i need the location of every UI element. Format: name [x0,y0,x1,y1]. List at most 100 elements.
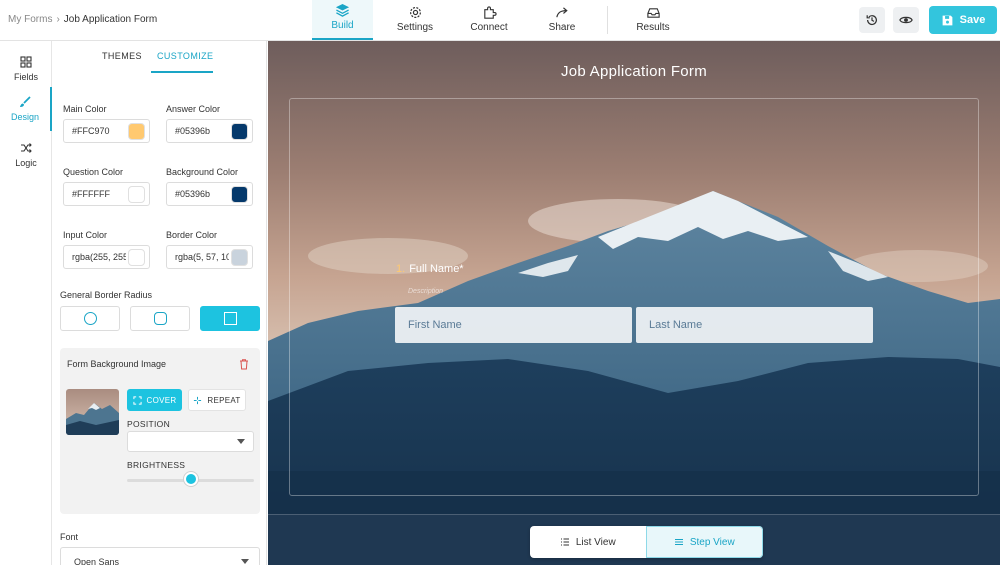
answer-color-label: Answer Color [166,104,221,114]
tab-connect-label: Connect [470,22,508,33]
form-title: Job Application Form [560,63,708,80]
active-tab-indicator [151,71,213,73]
share-arrow-icon [555,7,568,18]
save-button[interactable]: Save [929,6,997,34]
border-color-field[interactable]: rgba(5, 57, 107, 0.2) [166,245,253,269]
input-color-label: Input Color [63,230,108,240]
question-number: 1. [396,263,406,275]
list-view-label: List View [575,536,616,548]
first-name-input[interactable]: First Name [395,307,632,343]
font-label: Font [60,532,79,542]
paintbrush-icon [20,96,31,107]
chevron-down-icon [237,439,245,444]
tab-share[interactable]: Share [541,0,583,40]
radius-round-button[interactable] [60,306,120,331]
input-color-field[interactable]: rgba(255, 255, 255, 0.8) [63,245,150,269]
shuffle-icon [21,143,32,153]
layers-icon [335,3,350,17]
breadcrumb-current: Job Application Form [63,14,158,25]
history-icon [866,15,877,26]
tab-themes[interactable]: THEMES [102,51,142,61]
tab-results-label: Results [636,22,670,33]
question-color-field[interactable]: #FFFFFF [63,182,150,206]
rail-fields-label: Fields [13,72,38,82]
cover-button-label: COVER [146,395,177,405]
radius-rounded-button[interactable] [130,306,190,331]
rail-design-label: Design [10,112,39,122]
answer-color-field[interactable]: #05396b [166,119,253,143]
question-color-label: Question Color [63,167,124,177]
breadcrumb-my-forms[interactable]: My Forms [8,14,52,25]
puzzle-icon [483,6,497,19]
position-select[interactable] [127,431,254,452]
tab-build[interactable]: Build [312,0,373,40]
border-color-value: rgba(5, 57, 107, 0.2) [175,252,229,262]
chevron-down-icon [241,559,249,564]
background-color-swatch[interactable] [231,186,248,203]
floppy-disk-icon [942,15,953,25]
brightness-slider-handle[interactable] [183,472,198,486]
grid-icon [20,56,32,68]
answer-color-value: #05396b [175,126,211,136]
cover-button[interactable]: COVER [127,389,182,411]
mountain-thumbnail-image [66,389,119,435]
input-color-value: rgba(255, 255, 255, 0.8) [72,252,126,262]
radius-square-button[interactable] [200,306,260,331]
circle-shape-icon [83,312,97,325]
step-view-label: Step View [689,536,735,548]
repeat-button[interactable]: REPEAT [188,389,246,411]
rail-logic-label: Logic [15,158,37,168]
top-bar: My Forms › Job Application Form Build Sett… [0,0,1000,41]
step-view-button[interactable]: Step View [645,526,763,558]
question-description: Description [408,288,444,295]
tab-results[interactable]: Results [630,0,676,40]
rounded-square-icon [153,312,167,325]
brightness-label: BRIGHTNESS [127,460,186,470]
tab-settings[interactable]: Settings [389,0,441,40]
tab-connect[interactable]: Connect [464,0,514,40]
question-text: Full Name* [409,263,464,275]
question-color-value: #FFFFFF [72,189,110,199]
answer-color-swatch[interactable] [231,123,248,140]
background-image-section: Form Background Image COVER REPEAT POSIT… [60,348,260,514]
font-select[interactable]: Open Sans [60,547,260,565]
nav-divider [607,6,608,34]
repeat-button-label: REPEAT [207,395,241,405]
history-button[interactable] [859,7,885,33]
background-color-value: #05396b [175,189,211,199]
rail-logic[interactable]: Logic [0,133,52,177]
preview-button[interactable] [893,7,919,33]
square-shape-icon [223,312,237,325]
main-color-swatch[interactable] [128,123,145,140]
main-color-value: #FFC970 [72,126,110,136]
trash-icon[interactable] [238,358,250,370]
background-color-field[interactable]: #05396b [166,182,253,206]
border-color-swatch[interactable] [231,249,248,266]
list-icon [560,538,569,546]
tab-share-label: Share [548,22,576,33]
question-color-swatch[interactable] [128,186,145,203]
breadcrumb: My Forms › Job Application Form [8,14,157,25]
expand-icon [132,395,142,405]
main-color-field[interactable]: #FFC970 [63,119,150,143]
tab-settings-label: Settings [396,22,434,33]
breadcrumb-separator: › [56,14,60,25]
list-view-button[interactable]: List View [530,526,646,558]
eye-icon [899,16,913,24]
last-name-placeholder: Last Name [649,319,703,331]
tile-icon [194,396,202,404]
rail-fields[interactable]: Fields [0,47,52,91]
last-name-input[interactable]: Last Name [636,307,873,343]
background-color-label: Background Color [166,167,239,177]
font-select-value: Open Sans [74,557,120,565]
tab-customize[interactable]: CUSTOMIZE [157,51,213,61]
form-preview-canvas: Job Application Form 1. Full Name* Descri… [268,41,1000,565]
rail-design[interactable]: Design [0,87,52,131]
main-color-label: Main Color [63,104,107,114]
background-image-title: Form Background Image [67,359,167,369]
view-toggle: List View Step View [530,526,763,558]
input-color-swatch[interactable] [128,249,145,266]
question-label: 1. Full Name* [396,263,464,275]
left-rail: Fields Design Logic [0,41,52,565]
background-image-thumbnail[interactable] [66,389,119,435]
